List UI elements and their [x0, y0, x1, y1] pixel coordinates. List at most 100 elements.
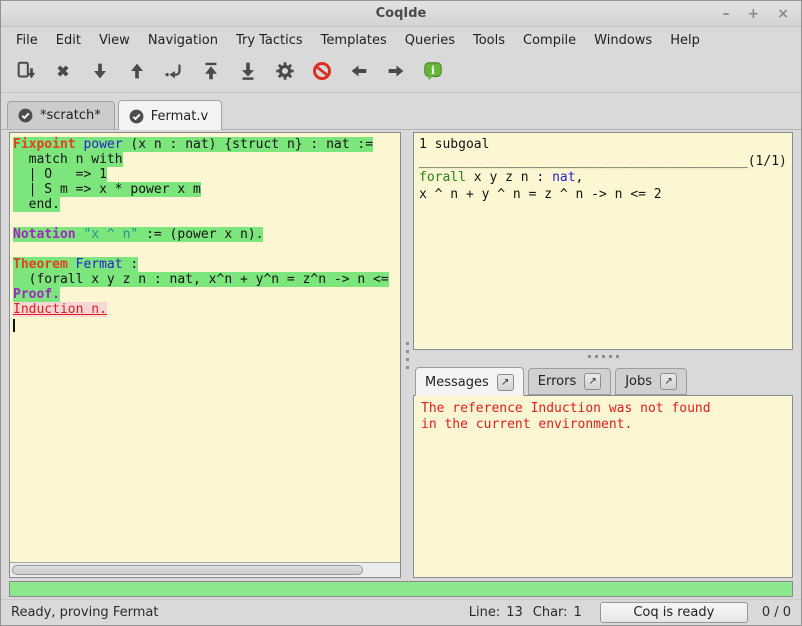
code-line: Theorem Fermat :: [13, 257, 398, 272]
editor-tabbar: *scratch* Fermat.v: [1, 93, 801, 130]
info-bubble-button[interactable]: i: [420, 60, 446, 86]
menu-queries[interactable]: Queries: [396, 29, 464, 52]
code-line: end.: [13, 197, 398, 212]
detach-button[interactable]: ↗: [497, 374, 514, 391]
gear-button[interactable]: [272, 60, 298, 86]
tab-jobs[interactable]: Jobs ↗: [615, 368, 687, 395]
line-label: Line:: [469, 605, 500, 620]
horizontal-scrollbar[interactable]: [10, 562, 400, 577]
char-label: Char:: [533, 605, 568, 620]
menu-view[interactable]: View: [90, 29, 139, 52]
step-up-button[interactable]: [124, 60, 150, 86]
restart-top-button[interactable]: [198, 60, 224, 86]
run-to-end-icon: [237, 60, 259, 86]
page-arrow-button[interactable]: [13, 60, 39, 86]
menu-try-tactics[interactable]: Try Tactics: [227, 29, 312, 52]
menu-tools[interactable]: Tools: [464, 29, 514, 52]
step-down-icon: [89, 60, 111, 86]
status-right: Line: 13 Char: 1 Coq is ready 0 / 0: [469, 602, 791, 623]
menu-windows[interactable]: Windows: [585, 29, 661, 52]
goal-line: 1 subgoal: [419, 137, 787, 154]
goto-cursor-button[interactable]: [161, 60, 187, 86]
tab-label: Jobs: [625, 374, 652, 389]
run-to-end-button[interactable]: [235, 60, 261, 86]
code-line: [13, 317, 398, 332]
menu-help[interactable]: Help: [661, 29, 709, 52]
menu-edit[interactable]: Edit: [47, 29, 90, 52]
goto-cursor-icon: [163, 60, 185, 86]
forward-icon: [385, 60, 407, 86]
tab-label: *scratch*: [40, 108, 101, 123]
tab--scratch-[interactable]: *scratch*: [7, 101, 115, 129]
step-down-button[interactable]: [87, 60, 113, 86]
menu-navigation[interactable]: Navigation: [139, 29, 227, 52]
menubar: FileEditViewNavigationTry TacticsTemplat…: [1, 27, 801, 53]
menu-compile[interactable]: Compile: [514, 29, 585, 52]
detach-button[interactable]: ↗: [660, 373, 677, 390]
menu-file[interactable]: File: [7, 29, 47, 52]
code-line: match n with: [13, 152, 398, 167]
page-arrow-icon: [15, 60, 37, 86]
check-circle-icon: [129, 109, 144, 124]
check-circle-icon: [18, 108, 33, 123]
progress-bar: [9, 581, 793, 597]
minimize-button[interactable]: –: [723, 7, 730, 21]
code-line: [13, 242, 398, 257]
tab-fermat.v[interactable]: Fermat.v: [118, 100, 222, 130]
tab-label: Messages: [425, 375, 489, 390]
detach-button[interactable]: ↗: [584, 373, 601, 390]
code-line: Induction n.: [13, 302, 398, 317]
code-line: Notation "x ^ n" := (power x n).: [13, 227, 398, 242]
maximize-button[interactable]: +: [748, 7, 760, 21]
line-value: 13: [506, 605, 523, 620]
coqide-window: CoqIde – + × FileEditViewNavigationTry Tac…: [0, 0, 802, 626]
menu-templates[interactable]: Templates: [312, 29, 396, 52]
tab-label: Errors: [538, 374, 576, 389]
window-title: CoqIde: [1, 6, 801, 21]
code-line: [13, 212, 398, 227]
code-line: Fixpoint power (x n : nat) {struct n} : …: [13, 137, 398, 152]
back-icon: [348, 60, 370, 86]
gear-icon: [274, 60, 296, 86]
interrupt-button[interactable]: [309, 60, 335, 86]
back-button[interactable]: [346, 60, 372, 86]
editor-pane: Fixpoint power (x n : nat) {struct n} : …: [9, 132, 401, 578]
close-button[interactable]: ×: [777, 7, 789, 21]
statusbar: Ready, proving Fermat Line: 13 Char: 1 C…: [1, 599, 801, 625]
tab-messages[interactable]: Messages ↗: [415, 367, 524, 396]
stop-x-icon: [52, 60, 74, 86]
window-controls: – + ×: [723, 7, 801, 21]
goals-pane: 1 subgoal_______________________________…: [413, 132, 793, 350]
forward-button[interactable]: [383, 60, 409, 86]
tab-errors[interactable]: Errors ↗: [528, 368, 611, 395]
horizontal-splitter[interactable]: [413, 350, 793, 363]
message-line: in the current environment.: [421, 417, 785, 433]
main-area: Fixpoint power (x n : nat) {struct n} : …: [1, 130, 801, 578]
stop-x-button[interactable]: [50, 60, 76, 86]
goal-line: x ^ n + y ^ n = z ^ n -> n <= 2: [419, 187, 787, 204]
code-line: Proof.: [13, 287, 398, 302]
interrupt-icon: [311, 60, 333, 86]
info-bubble-icon: i: [422, 60, 444, 86]
coq-status-button[interactable]: Coq is ready: [600, 602, 748, 623]
job-counter: 0 / 0: [762, 605, 791, 620]
char-value: 1: [574, 605, 582, 620]
message-tabbar: Messages ↗ Errors ↗ Jobs ↗: [413, 363, 793, 395]
messages-pane: The reference Induction was not foundin …: [413, 395, 793, 578]
message-line: The reference Induction was not found: [421, 401, 785, 417]
tab-label: Fermat.v: [151, 109, 208, 124]
toolbar: i: [1, 53, 801, 93]
scrollbar-thumb[interactable]: [12, 565, 363, 575]
right-column: 1 subgoal_______________________________…: [413, 132, 793, 578]
titlebar: CoqIde – + ×: [1, 1, 801, 27]
code-editor[interactable]: Fixpoint power (x n : nat) {struct n} : …: [10, 133, 400, 562]
goal-line: ________________________________________…: [419, 154, 787, 171]
vertical-splitter[interactable]: [401, 132, 413, 578]
code-line: (forall x y z n : nat, x^n + y^n = z^n -…: [13, 272, 398, 287]
step-up-icon: [126, 60, 148, 86]
svg-text:i: i: [431, 63, 435, 76]
text-cursor: [13, 319, 15, 332]
code-line: | O => 1: [13, 167, 398, 182]
goal-line: forall x y z n : nat,: [419, 170, 787, 187]
status-text: Ready, proving Fermat: [11, 605, 469, 620]
